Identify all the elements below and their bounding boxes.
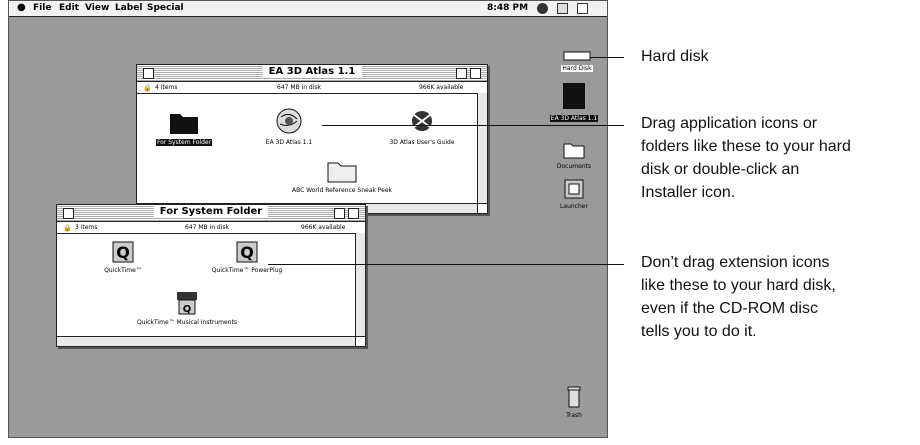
quicktime-powerplug-icon[interactable]: Q QuickTime™ PowerPlug: [197, 241, 297, 274]
svg-text:Q: Q: [183, 304, 192, 315]
mac-desktop: ● File Edit View Label Special 8:48 PM E…: [8, 0, 608, 438]
system-folder-titlebar[interactable]: For System Folder: [57, 205, 365, 222]
trash-label: Trash: [566, 412, 582, 419]
callout-dont-drag: Don’t drag extension icons like these to…: [641, 251, 836, 343]
application-menu-icon[interactable]: [557, 3, 568, 14]
cd-window-resize-box[interactable]: [477, 203, 487, 213]
quicktime-musical-label: QuickTime™ Musical Instruments: [136, 319, 238, 326]
disk-available: 966K available: [419, 84, 464, 91]
leader-line-hard-disk: [590, 57, 624, 58]
menu-bar: ● File Edit View Label Special 8:48 PM: [9, 1, 607, 17]
cd-window-vertical-scrollbar[interactable]: [477, 93, 487, 203]
svg-text:Q: Q: [116, 243, 130, 262]
hard-disk-label: Hard Disk: [561, 65, 593, 72]
hard-disk-icon[interactable]: Hard Disk: [555, 51, 599, 72]
callout-line: tells you to do it.: [641, 323, 757, 340]
lock-icon: 🔒: [63, 224, 72, 232]
quicktime-label: QuickTime™: [104, 267, 142, 274]
cd-window[interactable]: EA 3D Atlas 1.1 🔒 4 items 647 MB in disk…: [136, 64, 488, 214]
cd-rom-icon[interactable]: EA 3D Atlas 1.1: [541, 81, 607, 122]
callout-line: Installer icon.: [641, 184, 736, 201]
atlas-app-icon[interactable]: EA 3D Atlas 1.1: [259, 107, 319, 146]
launcher-icon[interactable]: Launcher: [549, 179, 599, 210]
callout-line: like these to your hard disk,: [641, 277, 836, 294]
close-box-icon[interactable]: [143, 68, 154, 79]
close-box-icon[interactable]: [63, 208, 74, 219]
system-folder-info: 🔒 3 items 647 MB in disk 966K available: [57, 222, 365, 234]
menu-view[interactable]: View: [85, 3, 109, 13]
menu-clock: 8:48 PM: [487, 3, 529, 13]
finder-app-icon[interactable]: [577, 3, 588, 14]
user-guide-icon[interactable]: 3D Atlas User's Guide: [377, 107, 467, 146]
quicktime-musical-icon[interactable]: Q QuickTime™ Musical Instruments: [117, 291, 257, 326]
system-folder-resize-box[interactable]: [355, 336, 365, 346]
collapse-box-icon[interactable]: [470, 68, 481, 79]
zoom-box-icon[interactable]: [334, 208, 345, 219]
system-folder-window[interactable]: For System Folder 🔒 3 items 647 MB in di…: [56, 204, 366, 347]
callout-line: folders like these to your hard: [641, 138, 851, 155]
zoom-box-icon[interactable]: [456, 68, 467, 79]
documents-label: Documents: [556, 163, 592, 170]
menu-edit[interactable]: Edit: [59, 3, 79, 13]
disk-available: 966K available: [301, 224, 346, 231]
callout-line: Don’t drag extension icons: [641, 254, 830, 271]
folder-for-system-icon[interactable]: For System Folder: [149, 109, 219, 146]
world-reference-label: ABC World Reference Sneak Peek: [291, 187, 393, 194]
collapse-box-icon[interactable]: [348, 208, 359, 219]
cd-window-titlebar[interactable]: EA 3D Atlas 1.1: [137, 65, 487, 82]
items-count: 3 items: [75, 224, 98, 231]
quicktime-powerplug-label: QuickTime™ PowerPlug: [211, 267, 283, 274]
cd-window-info: 🔒 4 items 647 MB in disk 966K available: [137, 82, 487, 94]
lock-icon: 🔒: [143, 84, 152, 92]
callout-drag-apps: Drag application icons or folders like t…: [641, 112, 851, 204]
leader-line-apps: [322, 125, 624, 126]
documents-folder-icon[interactable]: Documents: [547, 141, 601, 170]
folder-label: For System Folder: [155, 139, 213, 146]
leader-line-extensions: [268, 264, 624, 265]
cd-rom-label: EA 3D Atlas 1.1: [549, 115, 599, 122]
items-count: 4 items: [155, 84, 178, 91]
system-folder-title: For System Folder: [153, 206, 269, 217]
menu-special[interactable]: Special: [147, 3, 184, 13]
system-folder-vertical-scrollbar[interactable]: [355, 233, 365, 336]
user-guide-label: 3D Atlas User's Guide: [389, 139, 455, 146]
menu-file[interactable]: File: [33, 3, 51, 13]
callout-line: disk or double-click an: [641, 161, 800, 178]
world-reference-folder-icon[interactable]: ABC World Reference Sneak Peek: [287, 159, 397, 194]
launcher-label: Launcher: [560, 203, 588, 210]
menu-label[interactable]: Label: [115, 3, 142, 13]
quicktime-extension-icon[interactable]: Q QuickTime™: [93, 241, 153, 274]
disk-used: 647 MB in disk: [185, 224, 230, 231]
apple-menu-icon[interactable]: ●: [17, 2, 26, 13]
cd-window-title: EA 3D Atlas 1.1: [262, 66, 362, 77]
help-menu-icon[interactable]: [537, 3, 548, 14]
callout-line: Drag application icons or: [641, 115, 818, 132]
trash-icon[interactable]: Trash: [557, 386, 591, 419]
callout-line: even if the CD-ROM disc: [641, 300, 818, 317]
atlas-app-label: EA 3D Atlas 1.1: [265, 139, 313, 146]
system-folder-horizontal-scrollbar[interactable]: [57, 336, 356, 346]
svg-text:Q: Q: [240, 243, 254, 262]
callout-hard-disk: Hard disk: [641, 48, 709, 65]
disk-used: 647 MB in disk: [277, 84, 322, 91]
